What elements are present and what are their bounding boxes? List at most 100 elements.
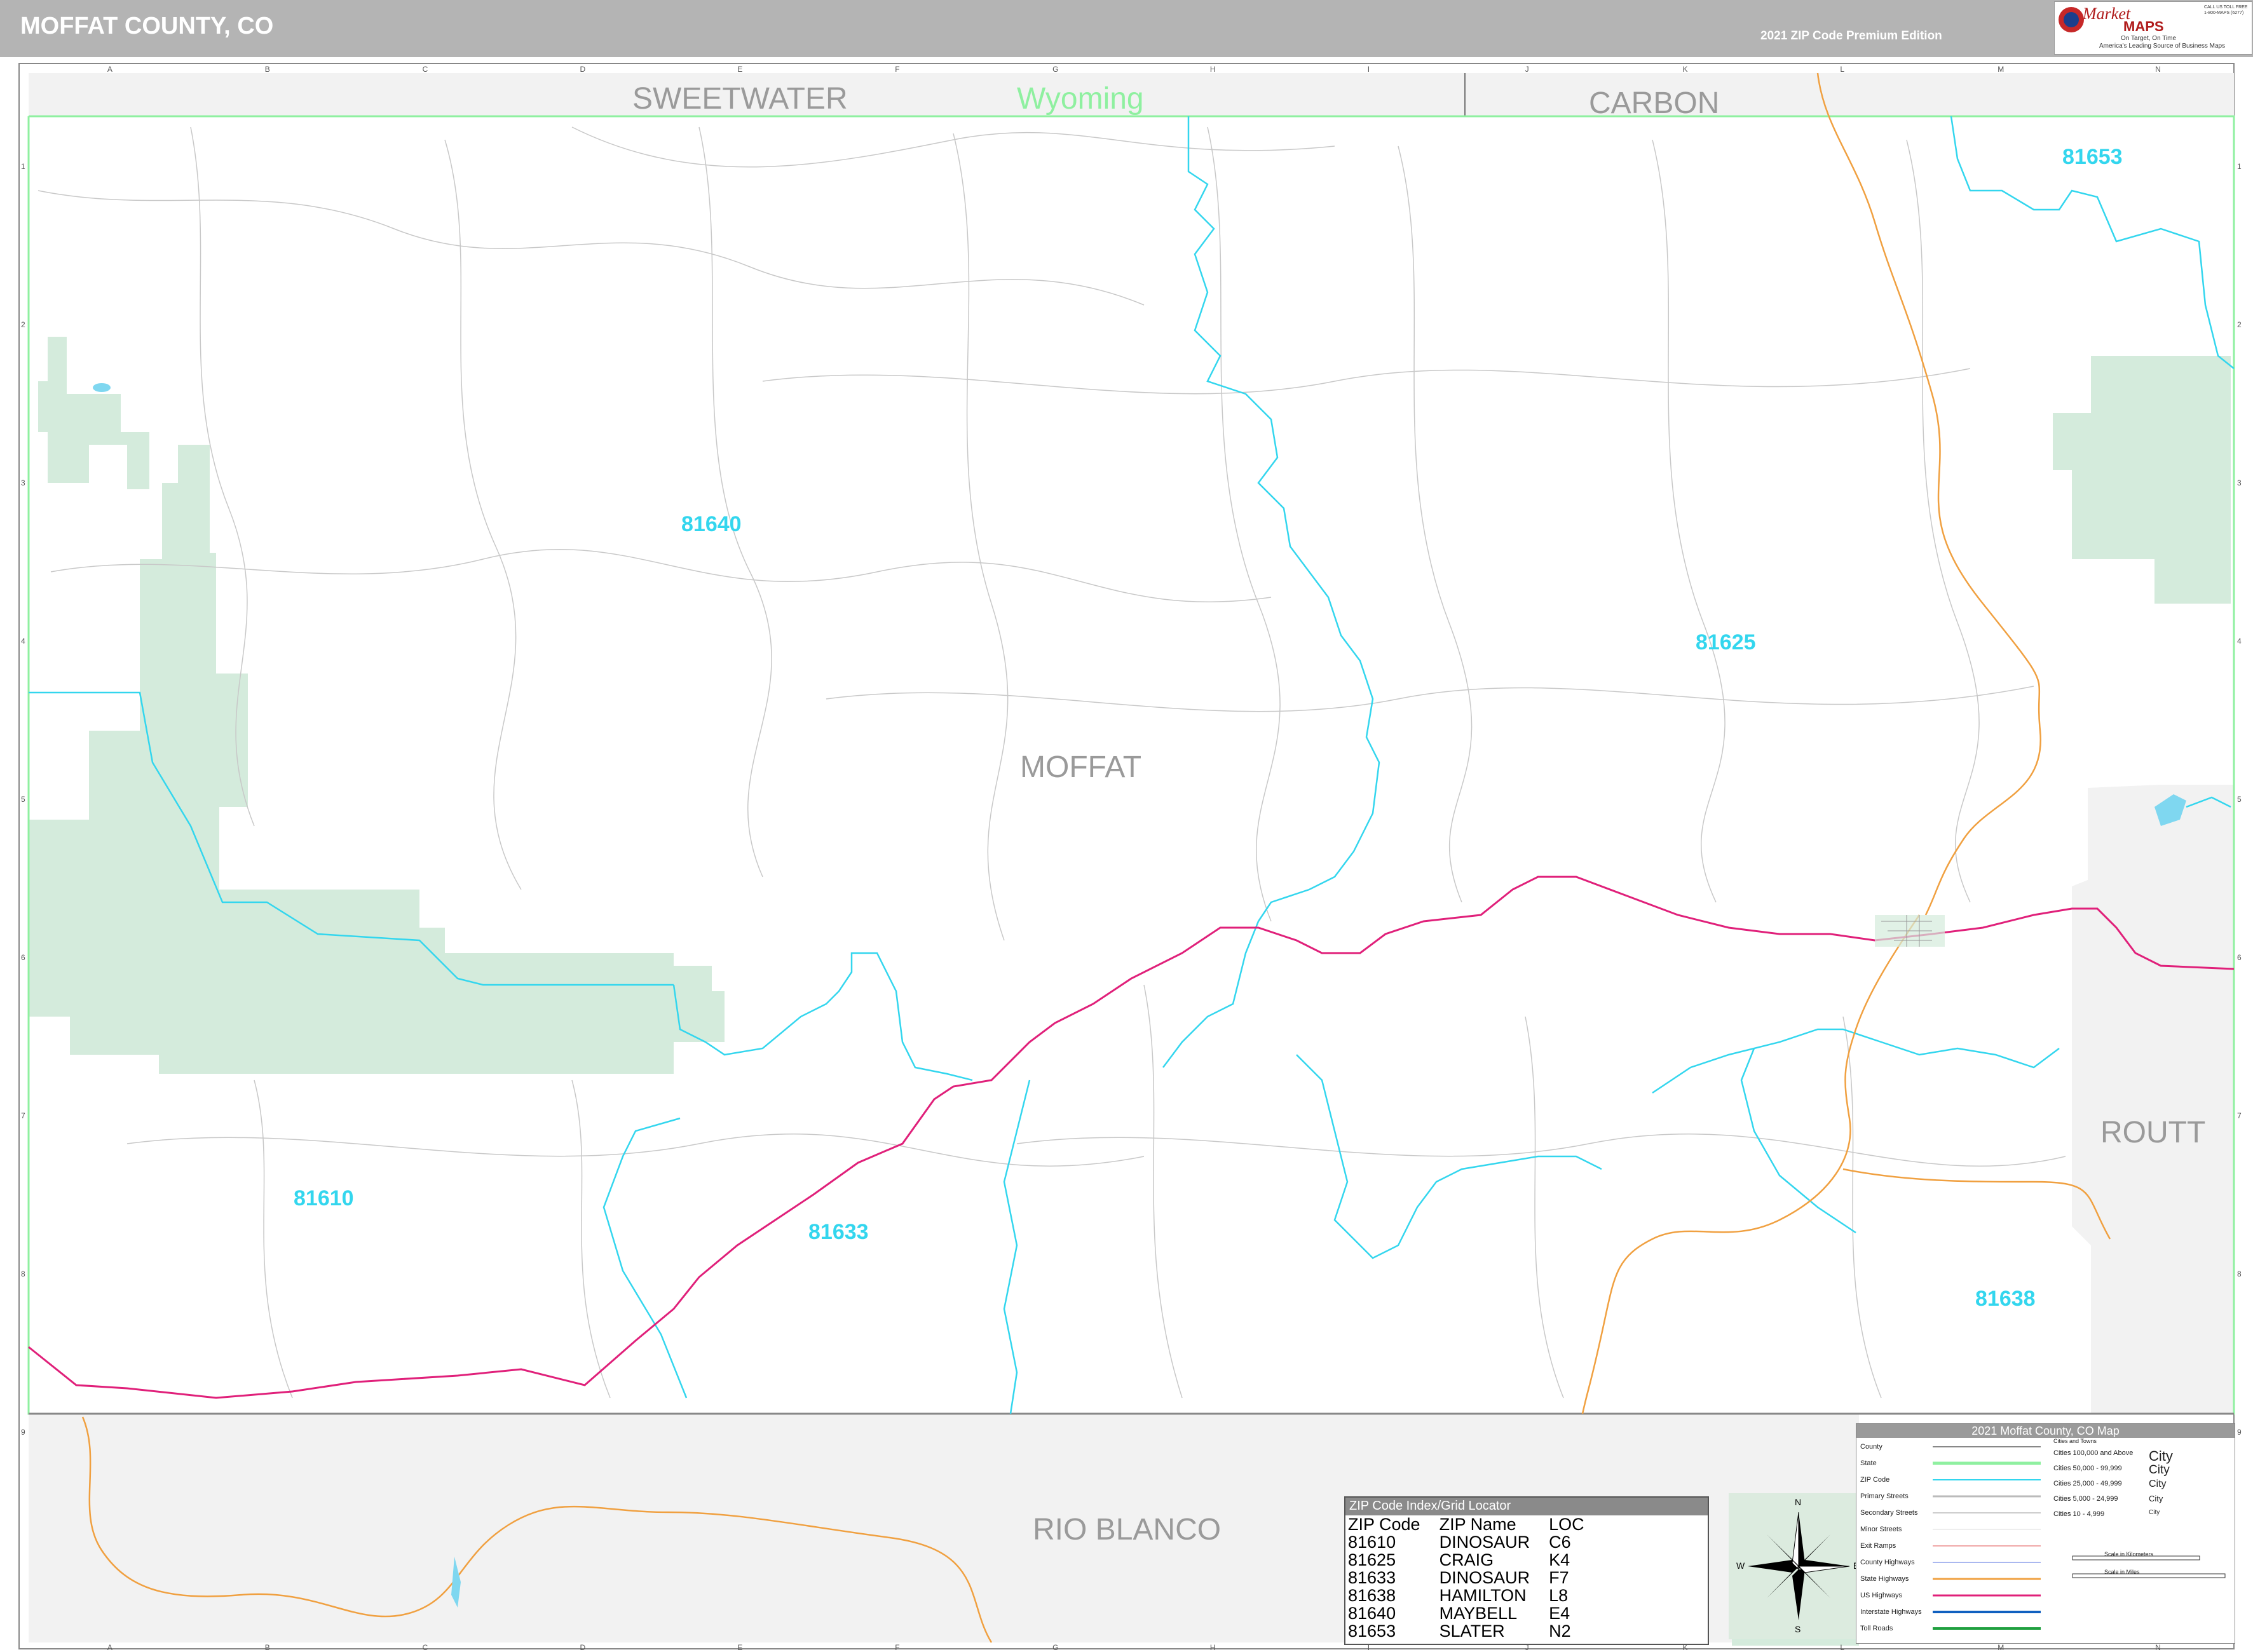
- name-cell: HAMILTON: [1439, 1586, 1527, 1605]
- grid-column-label: M: [1998, 65, 2005, 74]
- loc-cell: C6: [1549, 1533, 1571, 1552]
- zip-cell: 81638: [1348, 1586, 1396, 1605]
- grid-row-label: 4: [2237, 637, 2242, 646]
- loc-cell: L8: [1549, 1586, 1569, 1605]
- compass-s: S: [1795, 1624, 1801, 1634]
- table-row[interactable]: 81625 CRAIG K4: [1348, 1551, 1603, 1569]
- name-cell: SLATER: [1439, 1622, 1505, 1641]
- grid-row-label: 5: [21, 795, 25, 804]
- craig-city-cluster[interactable]: [1875, 915, 1945, 947]
- grid-column-label: B: [264, 1643, 270, 1652]
- header-bar: MOFFAT COUNTY, CO 2021 ZIP Code Premium …: [0, 0, 2253, 57]
- grid-column-label: L: [1840, 1643, 1845, 1652]
- county-label-routt: ROUTT: [2100, 1116, 2206, 1149]
- table-row[interactable]: 81633 DINOSAUR F7: [1348, 1569, 1603, 1587]
- grid-column-label: F: [895, 65, 900, 74]
- map-legend: 2021 Moffat County, CO Map Cities and To…: [1856, 1423, 2235, 1644]
- grid-column-label: C: [422, 65, 428, 74]
- compass-rose: N S W E: [1729, 1493, 1868, 1639]
- zip-cell: 81610: [1348, 1533, 1396, 1552]
- grid-row-label: 8: [21, 1269, 25, 1279]
- grid-column-label: N: [2155, 1643, 2161, 1652]
- grid-row-label: 9: [21, 1428, 25, 1437]
- grid-row-label: 6: [21, 953, 25, 963]
- market-maps-logo[interactable]: Market MAPS On Target, On Time America's…: [2054, 1, 2252, 55]
- grid-row-label: 7: [21, 1111, 25, 1121]
- zip-label-81633[interactable]: 81633: [808, 1220, 869, 1245]
- county-label-sweetwater: SWEETWATER: [632, 82, 848, 116]
- zip-cell: 81653: [1348, 1622, 1396, 1641]
- grid-column-label: B: [264, 65, 270, 74]
- zip-cell: 81625: [1348, 1550, 1396, 1569]
- loc-cell: E4: [1549, 1604, 1570, 1623]
- grid-column-label: L: [1840, 65, 1845, 74]
- grid-row-label: 9: [2237, 1428, 2242, 1437]
- zip-label-81638[interactable]: 81638: [1975, 1287, 2036, 1311]
- name-cell: MAYBELL: [1439, 1604, 1518, 1623]
- zip-label-81653[interactable]: 81653: [2062, 145, 2123, 170]
- water-body: [93, 383, 111, 392]
- grid-column-label: H: [1209, 1643, 1216, 1652]
- compass-n: N: [1795, 1497, 1802, 1507]
- col-zip-name: ZIP Name: [1439, 1515, 1516, 1534]
- loc-cell: K4: [1549, 1550, 1570, 1569]
- name-cell: CRAIG: [1439, 1550, 1494, 1569]
- table-row[interactable]: 81653 SLATER N2: [1348, 1622, 1603, 1640]
- grid-column-label: A: [107, 1643, 112, 1652]
- routt-area: [2072, 785, 2234, 1414]
- grid-column-label: C: [422, 1643, 428, 1652]
- grid-row-label: 3: [21, 478, 25, 488]
- logo-tagline: On Target, On Time: [2121, 35, 2177, 42]
- grid-row-label: 2: [2237, 320, 2242, 330]
- compass-w: W: [1736, 1561, 1745, 1571]
- zip-code-index: ZIP Code Index/Grid Locator ZIP Code ZIP…: [1344, 1496, 1709, 1645]
- grid-row-label: 3: [2237, 478, 2242, 488]
- logo-mark-inner: [2064, 12, 2079, 27]
- grid-column-label: M: [1998, 1643, 2005, 1652]
- col-zip-code: ZIP Code: [1348, 1515, 1420, 1534]
- map-title: MOFFAT COUNTY, CO: [20, 13, 274, 39]
- table-header-row: ZIP Code ZIP Name LOC: [1348, 1515, 1603, 1533]
- grid-row-label: 1: [21, 162, 25, 171]
- grid-row-label: 5: [2237, 795, 2242, 804]
- table-row[interactable]: 81638 HAMILTON L8: [1348, 1587, 1603, 1604]
- grid-column-label: A: [107, 65, 112, 74]
- grid-column-label: G: [1052, 65, 1059, 74]
- loc-cell: N2: [1549, 1622, 1571, 1641]
- table-row[interactable]: 81640 MAYBELL E4: [1348, 1604, 1603, 1622]
- grid-row-label: 6: [2237, 953, 2242, 963]
- compass-rose-icon: [1748, 1512, 1850, 1620]
- grid-column-label: G: [1052, 1643, 1059, 1652]
- grid-row-label: 8: [2237, 1269, 2242, 1279]
- grid-column-label: E: [737, 65, 743, 74]
- edition-label: 2021 ZIP Code Premium Edition: [1760, 29, 1942, 43]
- grid-column-label: D: [580, 1643, 586, 1652]
- grid-column-label: K: [1682, 65, 1688, 74]
- col-loc: LOC: [1549, 1515, 1584, 1534]
- table-row[interactable]: 81610 DINOSAUR C6: [1348, 1533, 1603, 1551]
- map-canvas[interactable]: [0, 57, 2253, 1652]
- logo-maps: MAPS: [2123, 18, 2164, 34]
- zip-cell: 81633: [1348, 1568, 1396, 1587]
- grid-column-label: F: [895, 1643, 900, 1652]
- zip-label-81625[interactable]: 81625: [1696, 630, 1756, 655]
- legend-swatches: [1933, 1446, 2226, 1630]
- county-label-rio-blanco: RIO BLANCO: [1033, 1513, 1222, 1547]
- logo-contact: CALL US TOLL FREE 1-800-MAPS (6277): [2204, 5, 2248, 15]
- name-cell: DINOSAUR: [1439, 1533, 1530, 1552]
- zip-cell: 81640: [1348, 1604, 1396, 1623]
- name-cell: DINOSAUR: [1439, 1568, 1530, 1587]
- grid-column-label: J: [1525, 65, 1529, 74]
- logo-tagline-2: America's Leading Source of Business Map…: [2099, 43, 2226, 50]
- state-label-wyoming: Wyoming: [1017, 82, 1144, 116]
- grid-column-label: D: [580, 65, 586, 74]
- zip-label-81610[interactable]: 81610: [294, 1186, 354, 1211]
- zip-label-81640[interactable]: 81640: [681, 512, 742, 537]
- grid-column-label: N: [2155, 65, 2161, 74]
- grid-column-label: E: [737, 1643, 743, 1652]
- zip-index-title: ZIP Code Index/Grid Locator: [1345, 1498, 1708, 1515]
- grid-row-label: 2: [21, 320, 25, 330]
- grid-row-label: 1: [2237, 162, 2242, 171]
- county-label-moffat: MOFFAT: [1020, 750, 1142, 784]
- grid-row-label: 4: [21, 637, 25, 646]
